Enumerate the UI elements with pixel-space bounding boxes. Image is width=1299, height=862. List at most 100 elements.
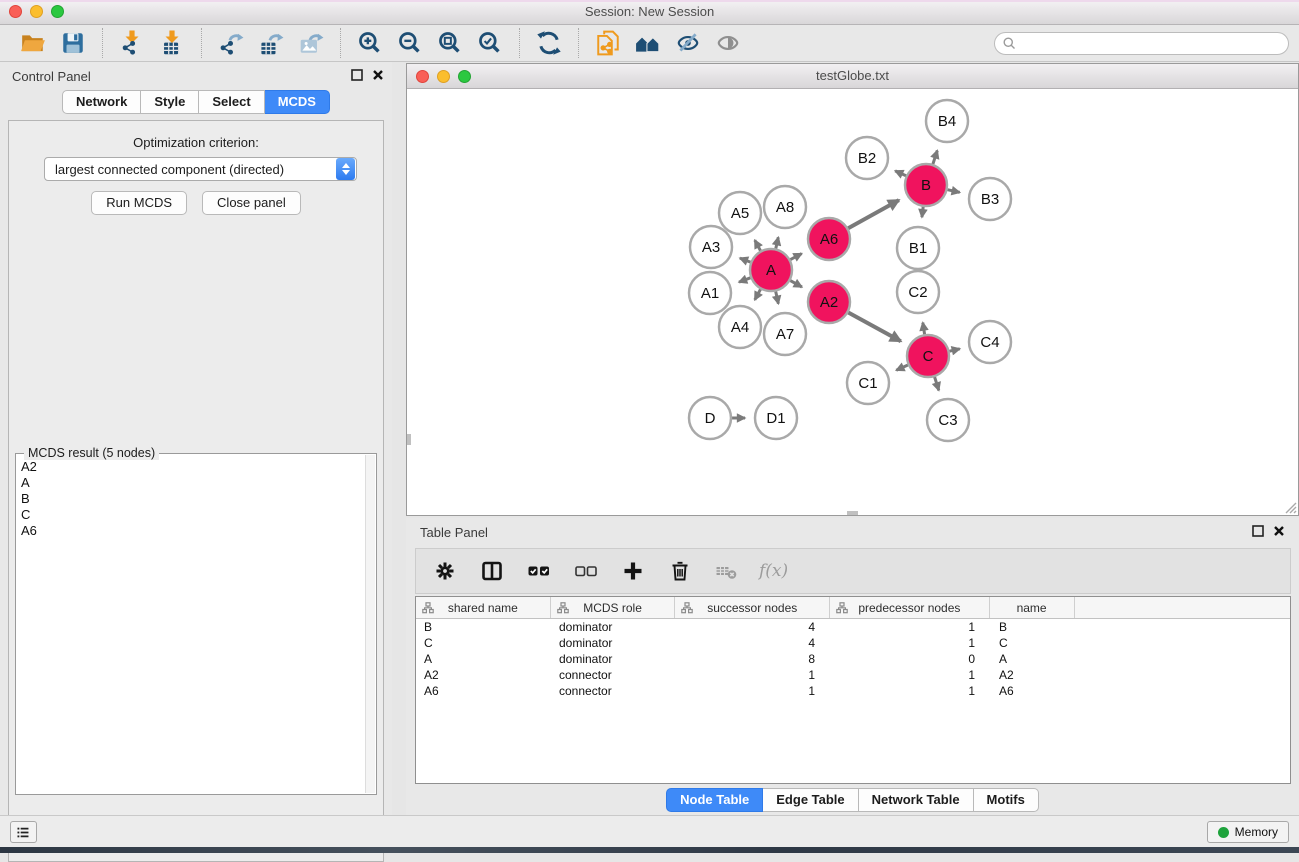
result-item[interactable]: B [21,491,362,507]
graph-node-C4[interactable]: C4 [969,321,1011,363]
memory-button[interactable]: Memory [1207,821,1289,843]
graph-edge-B-B4[interactable] [933,151,937,165]
graph-edge-C-C3[interactable] [935,377,939,390]
table-tab-network-table[interactable]: Network Table [859,788,974,812]
graph-node-B1[interactable]: B1 [897,227,939,269]
graph-node-A4[interactable]: A4 [719,306,761,348]
graph-node-A5[interactable]: A5 [719,192,761,234]
table-tab-edge-table[interactable]: Edge Table [763,788,858,812]
optimization-criterion-select[interactable]: largest connected component (directed) [44,157,357,181]
graph-node-A3[interactable]: A3 [690,226,732,268]
control-panel-header: Control Panel [0,62,392,90]
graph-node-B3[interactable]: B3 [969,178,1011,220]
graph-node-A2[interactable]: A2 [808,281,850,323]
column-header-shared-name[interactable]: shared name [416,597,551,618]
graph-node-C[interactable]: C [907,335,949,377]
column-header-mcds-role[interactable]: MCDS role [551,597,676,618]
tab-style[interactable]: Style [141,90,199,114]
settings-button[interactable] [430,555,460,587]
delete-row-button[interactable] [665,555,695,587]
result-scrollbar[interactable] [365,455,375,793]
zoom-out-button[interactable] [393,28,427,58]
birds-eye-button[interactable] [631,28,665,58]
table-row[interactable]: Bdominator41B [416,619,1290,635]
graph-edge-B-B1[interactable] [922,207,923,217]
graph-edge-A-A3[interactable] [740,258,751,262]
add-row-button[interactable] [618,555,648,587]
search-input[interactable] [994,32,1289,55]
graph-edge-A6-B[interactable] [848,200,899,228]
close-table-panel-icon[interactable] [1273,525,1285,537]
graph-edge-A-A2[interactable] [790,281,802,287]
column-header-name[interactable]: name [990,597,1075,618]
refresh-button[interactable] [532,28,566,58]
graph-node-B2[interactable]: B2 [846,137,888,179]
table-row[interactable]: A6connector11A6 [416,683,1290,699]
table-tab-node-table[interactable]: Node Table [666,788,763,812]
tab-mcds[interactable]: MCDS [265,90,330,114]
table-row[interactable]: A2connector11A2 [416,667,1290,683]
result-item[interactable]: A [21,475,362,491]
zoom-in-button[interactable] [353,28,387,58]
run-mcds-button[interactable]: Run MCDS [91,191,187,215]
zoom-selected-button[interactable] [473,28,507,58]
graph-edge-A-A4[interactable] [755,289,761,300]
destroy-table-button[interactable] [712,555,742,587]
graph-node-B[interactable]: B [905,164,947,206]
function-builder-button[interactable]: f(x) [759,561,788,581]
graph-edge-B-B2[interactable] [895,171,906,176]
graph-node-D[interactable]: D [689,397,731,439]
table-row[interactable]: Adominator80A [416,651,1290,667]
graph-node-A8[interactable]: A8 [764,186,806,228]
column-header-successor-nodes[interactable]: successor nodes [675,597,830,618]
graph-node-A6[interactable]: A6 [808,218,850,260]
import-network-button[interactable] [115,28,149,58]
deselect-all-button[interactable] [571,555,601,587]
tab-network[interactable]: Network [62,90,141,114]
resize-grip[interactable] [1283,500,1297,514]
result-item[interactable]: A2 [21,459,362,475]
network-canvas[interactable]: B4 B2 B B3 B1 A6 A5 A8 A3 A A1 A4 A7 A2 … [407,89,1298,515]
column-header-predecessor-nodes[interactable]: predecessor nodes [830,597,990,618]
duplicate-network-button[interactable] [591,28,625,58]
graph-node-A7[interactable]: A7 [764,313,806,355]
graph-node-C3[interactable]: C3 [927,399,969,441]
graph-edge-C-C1[interactable] [896,365,908,370]
close-panel-button[interactable]: Close panel [202,191,301,215]
select-all-button[interactable] [524,555,554,587]
float-table-panel-icon[interactable] [1252,525,1264,537]
graph-edge-A-A7[interactable] [776,292,779,304]
graph-edge-A-A5[interactable] [755,240,761,251]
result-item[interactable]: A6 [21,523,362,539]
show-eye-button[interactable] [711,28,745,58]
graph-node-A[interactable]: A [750,249,792,291]
hide-panels-button[interactable] [671,28,705,58]
graph-edge-C-C4[interactable] [950,349,960,351]
save-button[interactable] [56,28,90,58]
export-image-button[interactable] [294,28,328,58]
graph-node-B4[interactable]: B4 [926,100,968,142]
graph-edge-C-C2[interactable] [923,323,925,335]
import-table-button[interactable] [155,28,189,58]
graph-node-D1[interactable]: D1 [755,397,797,439]
split-column-button[interactable] [477,555,507,587]
graph-edge-A-A6[interactable] [790,254,801,260]
task-history-button[interactable] [10,821,37,843]
tab-select[interactable]: Select [199,90,264,114]
graph-edge-B-B3[interactable] [948,190,960,193]
export-network-button[interactable] [214,28,248,58]
export-table-button[interactable] [254,28,288,58]
close-panel-icon[interactable] [372,69,384,81]
graph-edge-A2-C[interactable] [848,313,901,342]
graph-node-C1[interactable]: C1 [847,362,889,404]
graph-node-A1[interactable]: A1 [689,272,731,314]
table-row[interactable]: Cdominator41C [416,635,1290,651]
zoom-fit-button[interactable] [433,28,467,58]
open-button[interactable] [16,28,50,58]
graph-edge-A-A1[interactable] [739,278,750,282]
float-panel-icon[interactable] [351,69,363,81]
table-tab-motifs[interactable]: Motifs [974,788,1039,812]
graph-edge-A-A8[interactable] [776,237,779,248]
result-item[interactable]: C [21,507,362,523]
graph-node-C2[interactable]: C2 [897,271,939,313]
